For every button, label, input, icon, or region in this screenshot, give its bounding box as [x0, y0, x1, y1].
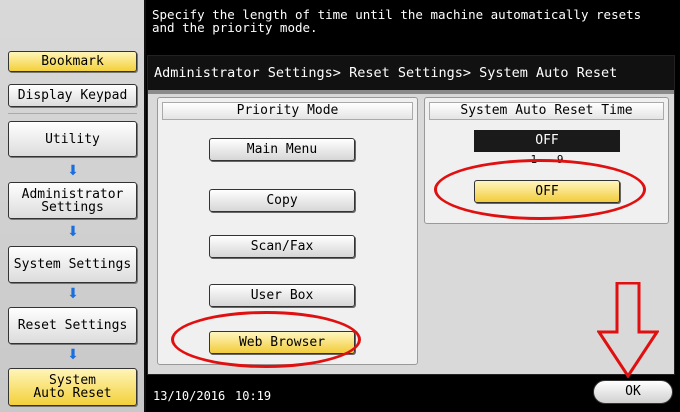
- arrow-down-icon: ⬇: [67, 163, 79, 179]
- auto-reset-time-column: System Auto Reset Time OFF 1 - 9 OFF: [424, 97, 669, 224]
- arrow-down-icon: ⬇: [67, 347, 79, 363]
- arrow-down-icon: ⬇: [67, 224, 79, 240]
- auto-reset-time-button[interactable]: OFF: [474, 180, 620, 203]
- nav-item-utility[interactable]: Utility: [8, 121, 137, 157]
- auto-reset-time-range: 1 - 9: [530, 154, 564, 166]
- priority-user-box-button[interactable]: User Box: [209, 284, 355, 307]
- arrow-down-icon: ⬇: [67, 286, 79, 302]
- annotation-down-arrow-icon: [597, 282, 659, 378]
- auto-reset-time-header: System Auto Reset Time: [429, 102, 664, 120]
- priority-web-browser-button[interactable]: Web Browser: [209, 331, 355, 354]
- screen: Bookmark Display Keypad Utility ⬇ Admini…: [0, 0, 680, 412]
- bookmark-button[interactable]: Bookmark: [8, 51, 137, 72]
- breadcrumb: Administrator Settings> Reset Settings> …: [148, 56, 674, 94]
- nav-item-system-settings-label: System Settings: [13, 257, 132, 272]
- auto-reset-time-display: OFF: [474, 130, 620, 152]
- priority-main-menu-button[interactable]: Main Menu: [209, 138, 355, 161]
- left-nav-panel: Bookmark Display Keypad Utility ⬇ Admini…: [0, 0, 146, 412]
- priority-mode-header: Priority Mode: [162, 102, 413, 120]
- instruction-message: Specify the length of time until the mac…: [152, 7, 642, 35]
- display-keypad-button[interactable]: Display Keypad: [8, 84, 137, 107]
- ok-button[interactable]: OK: [593, 380, 673, 404]
- nav-item-reset-settings[interactable]: Reset Settings: [8, 307, 137, 344]
- bookmark-label: Bookmark: [41, 54, 104, 69]
- time-display: 10:19: [235, 389, 272, 403]
- nav-divider: [8, 113, 137, 114]
- nav-item-administrator-settings[interactable]: Administrator Settings: [8, 182, 137, 219]
- nav-item-system-auto-reset[interactable]: System Auto Reset: [8, 368, 137, 406]
- footer-bar: 13/10/2016 10:19 OK: [147, 375, 675, 412]
- nav-item-administrator-settings-label: Administrator Settings: [21, 186, 124, 215]
- priority-copy-button[interactable]: Copy: [209, 189, 355, 212]
- priority-mode-column: Priority Mode Main Menu Copy Scan/Fax Us…: [157, 97, 418, 365]
- priority-scan-fax-button[interactable]: Scan/Fax: [209, 235, 355, 258]
- date-display: 13/10/2016: [153, 389, 226, 403]
- nav-item-utility-label: Utility: [45, 131, 100, 147]
- nav-item-system-settings[interactable]: System Settings: [8, 246, 137, 283]
- nav-item-system-auto-reset-label: System Auto Reset: [33, 373, 112, 401]
- settings-panel: Administrator Settings> Reset Settings> …: [147, 55, 675, 375]
- display-keypad-label: Display Keypad: [17, 88, 128, 103]
- nav-item-reset-settings-label: Reset Settings: [17, 318, 128, 333]
